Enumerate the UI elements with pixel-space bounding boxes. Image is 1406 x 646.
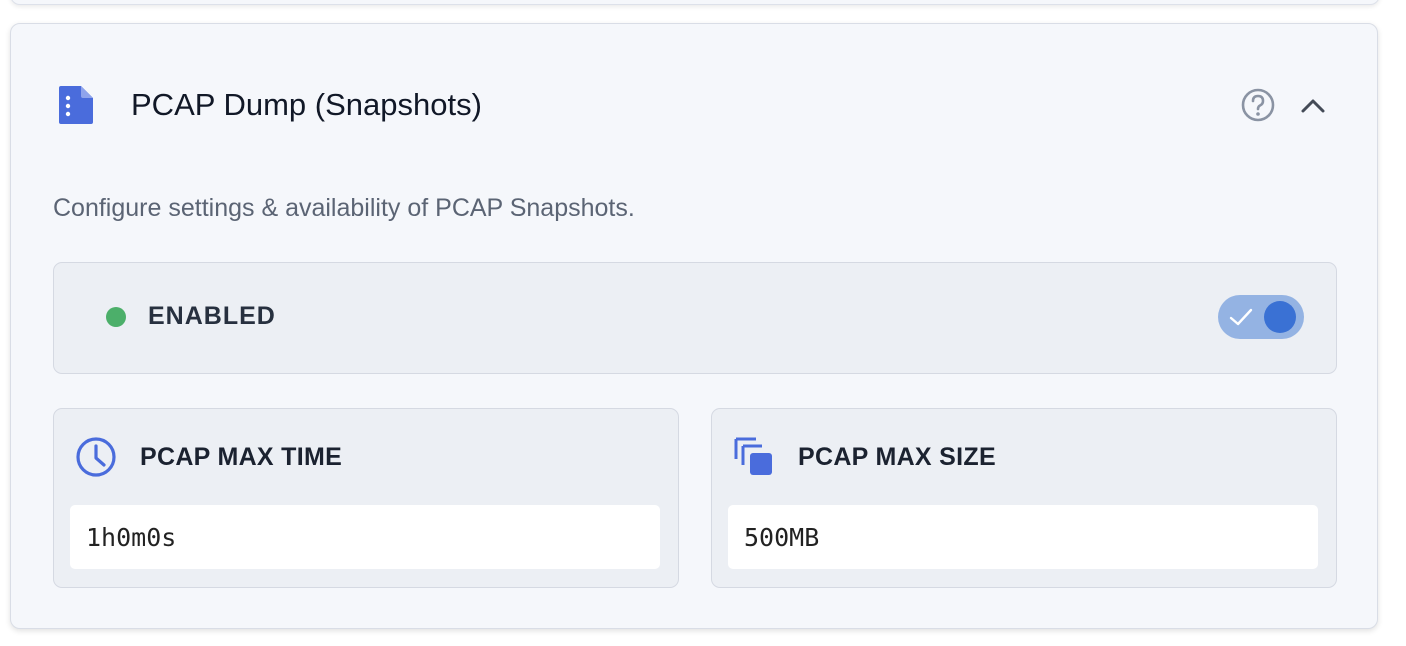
pcap-max-time-panel: PCAP MAX TIME (53, 408, 679, 588)
pcap-max-time-input[interactable] (70, 505, 660, 569)
enabled-panel: ENABLED (53, 262, 1337, 374)
section-title: PCAP Dump (Snapshots) (131, 87, 482, 122)
clock-icon (76, 437, 116, 477)
document-icon (59, 86, 93, 124)
help-circle-icon[interactable] (1239, 86, 1277, 124)
pcap-dump-card: PCAP Dump (Snapshots) Configure settings… (10, 23, 1378, 629)
chevron-up-icon[interactable] (1297, 90, 1329, 122)
toggle-knob (1264, 301, 1296, 333)
section-description: Configure settings & availability of PCA… (53, 194, 635, 222)
pcap-max-size-panel: PCAP MAX SIZE (711, 408, 1337, 588)
status-label: ENABLED (148, 302, 276, 330)
enabled-toggle[interactable] (1218, 295, 1304, 339)
pcap-max-size-input[interactable] (728, 505, 1318, 569)
pcap-max-time-label: PCAP MAX TIME (140, 443, 343, 471)
copy-icon (734, 437, 772, 475)
status-dot (106, 307, 126, 327)
pcap-max-size-label: PCAP MAX SIZE (798, 443, 996, 471)
check-icon (1229, 308, 1253, 326)
previous-card-edge (10, 0, 1380, 5)
